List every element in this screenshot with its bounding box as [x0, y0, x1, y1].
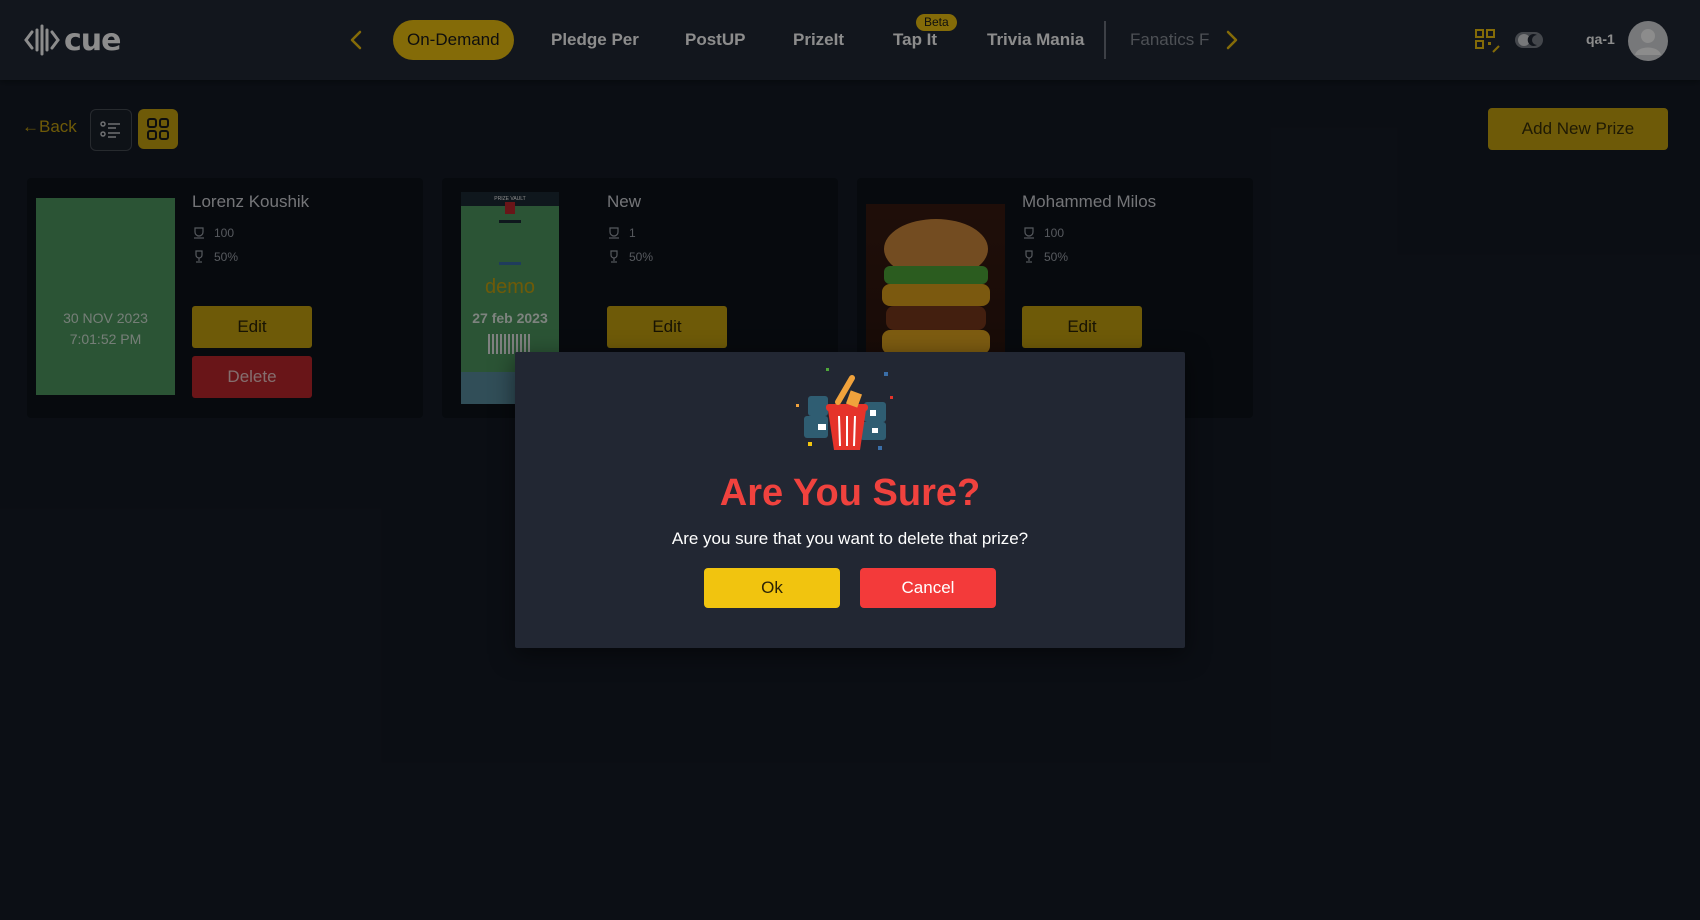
trash-bin-icon: [796, 368, 893, 450]
cancel-button[interactable]: Cancel: [860, 568, 996, 608]
ok-button[interactable]: Ok: [704, 568, 840, 608]
dialog-message: Are you sure that you want to delete tha…: [671, 529, 1029, 548]
dialog-title: Are You Sure?: [719, 472, 981, 514]
delete-confirm-dialog: Are You Sure? Are you sure that you want…: [515, 352, 1185, 648]
